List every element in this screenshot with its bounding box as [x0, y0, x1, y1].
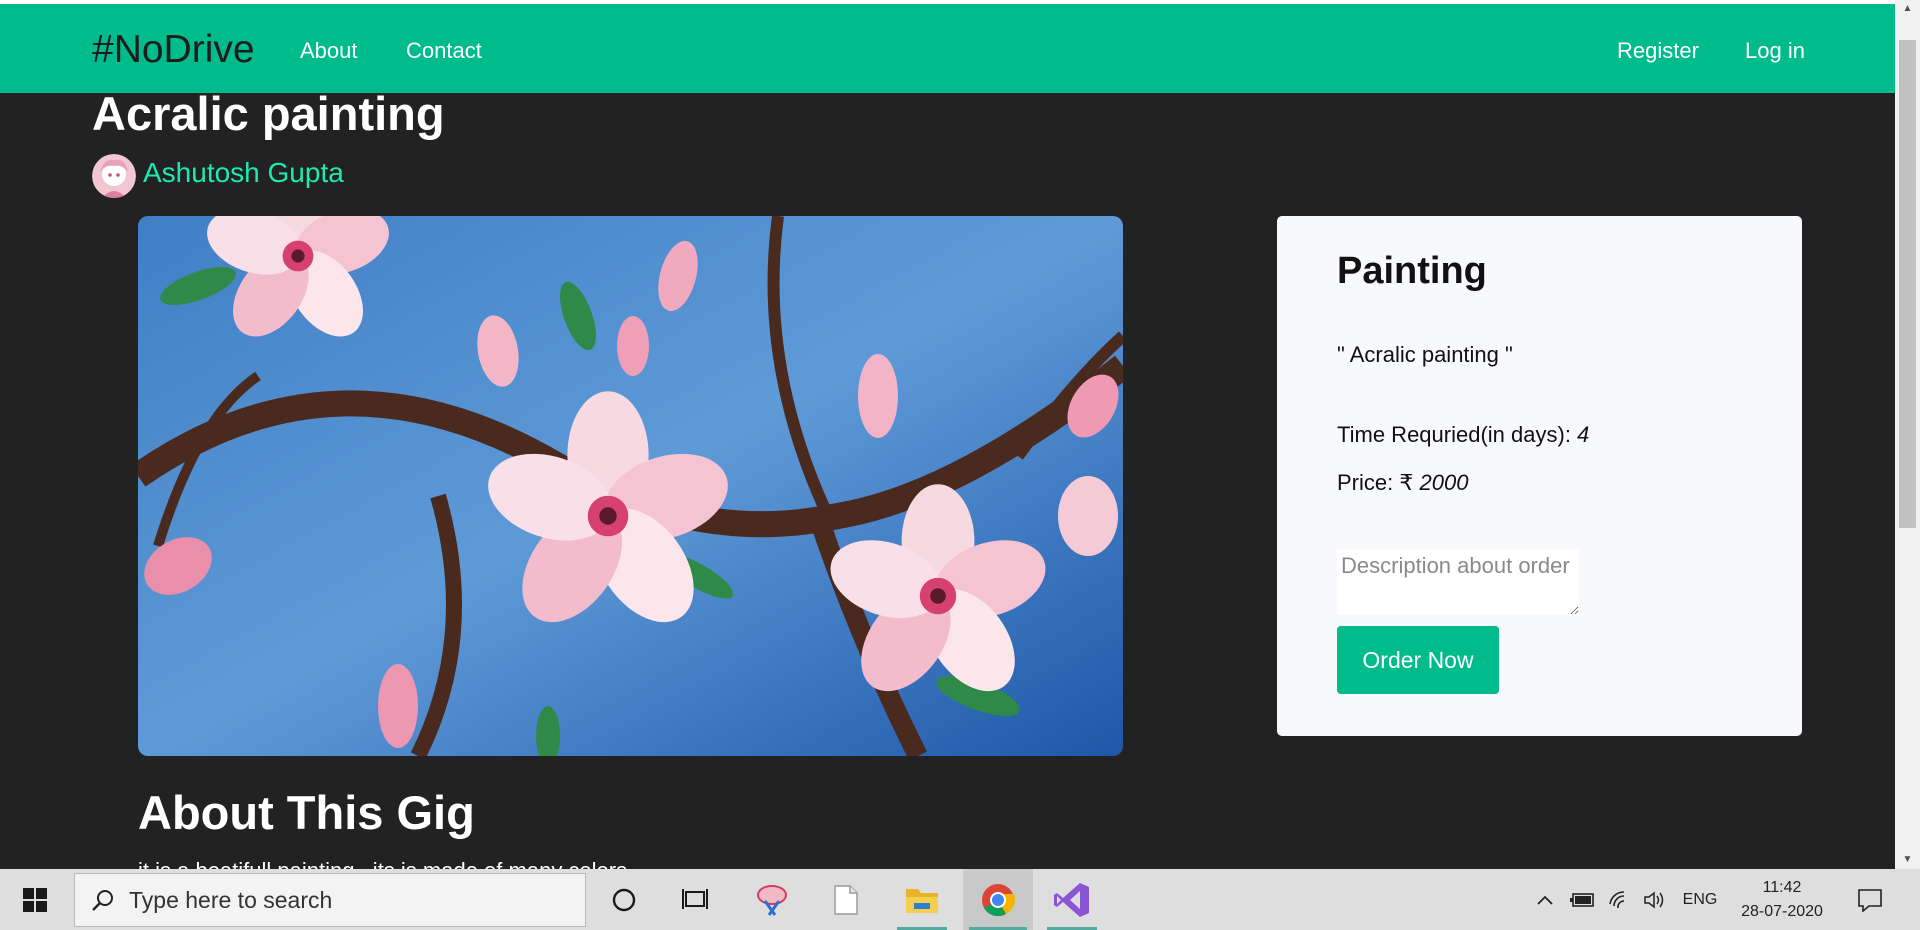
battery-icon[interactable]: [1568, 869, 1598, 930]
price-label: Price:: [1337, 470, 1400, 495]
wifi-icon[interactable]: [1605, 869, 1635, 930]
scrollbar-thumb[interactable]: [1899, 40, 1916, 528]
taskbar: Type here to search ENG 11:42 28-07-2020: [0, 869, 1920, 930]
show-hidden-icons-chevron-icon[interactable]: [1530, 869, 1560, 930]
price: Price: ₹ 2000: [1337, 470, 1468, 496]
snip-sketch-icon[interactable]: [741, 869, 803, 930]
nav-register-link[interactable]: Register: [1617, 38, 1699, 64]
clock-date: 28-07-2020: [1741, 902, 1823, 920]
taskbar-search-box[interactable]: Type here to search: [74, 873, 586, 927]
seller-avatar[interactable]: [92, 154, 136, 198]
about-heading: About This Gig: [138, 786, 475, 839]
clock[interactable]: 11:42 28-07-2020: [1730, 869, 1834, 930]
webpage: #NoDrive About Contact Register Log in A…: [0, 0, 1895, 869]
task-view-icon[interactable]: [665, 869, 725, 930]
time-required: Time Requried(in days): 4: [1337, 422, 1589, 448]
brand-logo[interactable]: #NoDrive: [92, 28, 255, 72]
gig-title: Acralic painting: [92, 87, 445, 140]
file-icon[interactable]: [815, 869, 877, 930]
search-placeholder: Type here to search: [129, 886, 333, 913]
time-value: 4: [1577, 422, 1590, 447]
scroll-down-icon[interactable]: ▼: [1895, 851, 1920, 869]
volume-icon[interactable]: [1640, 869, 1670, 930]
order-now-button[interactable]: Order Now: [1337, 626, 1499, 694]
price-value: 2000: [1419, 470, 1469, 495]
nav-login-link[interactable]: Log in: [1745, 38, 1805, 64]
language-indicator[interactable]: ENG: [1677, 869, 1723, 930]
page-scrollbar[interactable]: ▲ ▼: [1895, 0, 1920, 869]
cortana-icon[interactable]: [594, 869, 654, 930]
gig-category: Painting: [1337, 250, 1487, 292]
seller-name-link[interactable]: Ashutosh Gupta: [143, 157, 344, 189]
notification-icon[interactable]: [1850, 869, 1890, 930]
order-card: Painting " Acralic painting " Time Requr…: [1277, 216, 1802, 736]
about-text: it is a beatifull painting , its is made…: [138, 858, 627, 869]
file-explorer-icon[interactable]: [891, 869, 953, 930]
nav-contact-link[interactable]: Contact: [406, 38, 482, 64]
rupee-icon: ₹: [1399, 470, 1414, 495]
windows-start-icon[interactable]: [0, 869, 70, 930]
time-label: Time Requried(in days):: [1337, 422, 1578, 447]
search-icon: [92, 890, 113, 911]
visual-studio-icon[interactable]: [1041, 869, 1103, 930]
scroll-up-icon[interactable]: ▲: [1895, 0, 1920, 18]
nav-about-link[interactable]: About: [300, 38, 358, 64]
gig-quote: " Acralic painting ": [1337, 342, 1513, 367]
navbar: #NoDrive About Contact Register Log in: [0, 4, 1895, 93]
gig-image: [138, 216, 1123, 756]
clock-time: 11:42: [1762, 878, 1802, 896]
chrome-icon[interactable]: [963, 869, 1033, 930]
order-description-input[interactable]: [1337, 549, 1579, 615]
